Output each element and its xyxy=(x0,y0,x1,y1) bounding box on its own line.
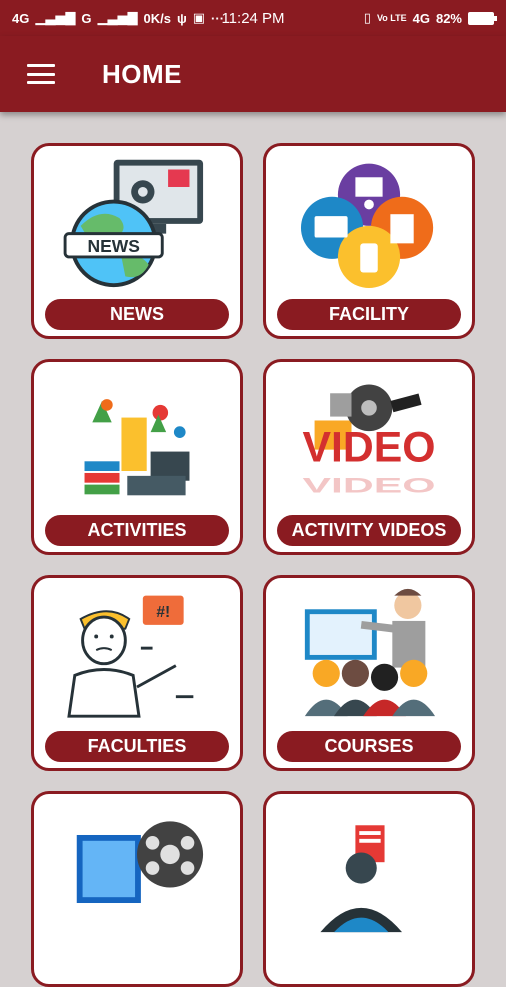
page-title: HOME xyxy=(102,58,182,89)
status-bar: 4G ▁▃▅▇ G ▁▃▅▇ 0K/s ψ ▣ ··· 11:24 PM ▯ V… xyxy=(0,0,506,36)
facility-icon xyxy=(300,163,434,289)
activity-videos-label: ACTIVITY VIDEOS xyxy=(277,515,461,546)
faculties-card[interactable]: #! FACULTIES xyxy=(31,575,243,771)
network-indicator-3: 4G xyxy=(412,10,430,26)
status-left: 4G ▁▃▅▇ G ▁▃▅▇ 0K/s ψ ▣ ··· xyxy=(12,10,224,26)
app-bar: HOME xyxy=(0,36,506,112)
signal-icon: ▁▃▅▇ xyxy=(35,10,76,25)
more-dots: ··· xyxy=(211,10,225,26)
facility-card[interactable]: FACILITY xyxy=(263,143,475,339)
faculties-label: FACULTIES xyxy=(45,731,229,762)
courses-card[interactable]: COURSES xyxy=(263,575,475,771)
person-document-icon xyxy=(320,825,403,933)
menu-icon[interactable] xyxy=(27,64,55,84)
volte-indicator: Vo LTE xyxy=(376,13,407,23)
battery-icon xyxy=(468,11,497,25)
network-indicator-2: G xyxy=(81,10,92,26)
film-reel-icon xyxy=(76,821,204,904)
svg-text:NEWS: NEWS xyxy=(87,236,139,256)
activities-label: ACTIVITIES xyxy=(45,515,229,546)
activities-card[interactable]: ACTIVITIES xyxy=(31,359,243,555)
home-grid: NEWS NEWS FACILITY ACTIVITIES VIDEO VIDE… xyxy=(0,112,506,987)
film-card[interactable] xyxy=(31,791,243,987)
activity-videos-card[interactable]: VIDEO VIDEO ACTIVITY VIDEOS xyxy=(263,359,475,555)
news-card[interactable]: NEWS NEWS xyxy=(31,143,243,339)
usb-icon: ψ xyxy=(176,10,187,26)
network-speed: 0K/s xyxy=(143,10,171,26)
svg-text:#!: #! xyxy=(156,604,170,621)
courses-label: COURSES xyxy=(277,731,461,762)
faculty-teacher-icon: #! xyxy=(67,595,194,718)
courses-classroom-icon xyxy=(304,588,436,717)
svg-text:VIDEO: VIDEO xyxy=(302,423,435,471)
svg-text:VIDEO: VIDEO xyxy=(302,473,435,497)
news-label: NEWS xyxy=(45,299,229,330)
video-reel-icon: VIDEO VIDEO xyxy=(302,384,436,497)
status-right: ▯ Vo LTE 4G 82% xyxy=(363,10,497,26)
facility-label: FACILITY xyxy=(277,299,461,330)
activities-icon xyxy=(84,399,190,496)
vibrate-icon: ▯ xyxy=(363,10,371,25)
person-card[interactable] xyxy=(263,791,475,987)
network-indicator: 4G xyxy=(12,10,30,26)
signal-icon: ▁▃▅▇ xyxy=(97,10,138,25)
gallery-icon: ▣ xyxy=(192,10,206,25)
news-globe-icon: NEWS xyxy=(63,159,204,288)
battery-percent: 82% xyxy=(435,10,462,26)
